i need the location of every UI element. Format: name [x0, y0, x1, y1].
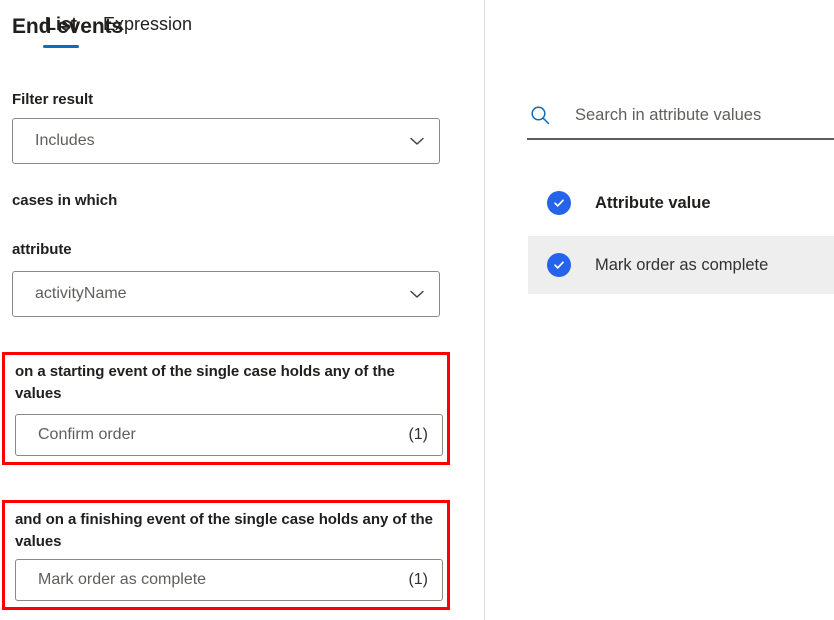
tab-list[interactable]: List	[43, 12, 80, 48]
finishing-event-values-text: Mark order as complete	[38, 571, 207, 588]
attribute-value-header-label: Attribute value	[595, 194, 711, 212]
filter-settings-panel: End events Filter result Includes cases …	[0, 0, 484, 620]
finishing-event-values-count: (1)	[408, 571, 428, 588]
chevron-down-icon	[407, 131, 427, 151]
checkmark-circle-icon[interactable]	[547, 191, 571, 215]
tab-expression[interactable]: Expression	[101, 12, 194, 48]
starting-event-values-count: (1)	[408, 426, 428, 443]
search-bar	[527, 92, 834, 140]
attribute-value: activityName	[35, 285, 127, 302]
cases-in-which-label: cases in which	[12, 192, 118, 209]
filter-result-label: Filter result	[12, 91, 94, 108]
panel-tabs: List Expression	[43, 12, 194, 48]
filter-result-value: Includes	[35, 132, 95, 149]
finishing-event-label: and on a finishing event of the single c…	[15, 511, 433, 550]
attribute-label: attribute	[12, 241, 72, 258]
filter-editor-dialog: End events Filter result Includes cases …	[0, 0, 834, 620]
attribute-value-header-row[interactable]: Attribute value	[528, 180, 834, 226]
filter-result-dropdown[interactable]: Includes	[12, 118, 440, 164]
starting-event-values-field[interactable]: Confirm order (1)	[15, 414, 443, 456]
finishing-event-highlight-box: and on a finishing event of the single c…	[2, 500, 450, 610]
finishing-event-values-field[interactable]: Mark order as complete (1)	[15, 559, 443, 601]
starting-event-values-text: Confirm order	[38, 426, 136, 443]
search-input[interactable]	[575, 104, 834, 126]
starting-event-label: on a starting event of the single case h…	[15, 363, 395, 402]
checkmark-circle-icon[interactable]	[547, 253, 571, 277]
list-item[interactable]: Mark order as complete	[528, 236, 834, 294]
attribute-dropdown[interactable]: activityName	[12, 271, 440, 317]
chevron-down-icon	[407, 284, 427, 304]
starting-event-highlight-box: on a starting event of the single case h…	[2, 352, 450, 465]
search-icon	[527, 102, 553, 128]
list-item-label: Mark order as complete	[595, 256, 769, 274]
